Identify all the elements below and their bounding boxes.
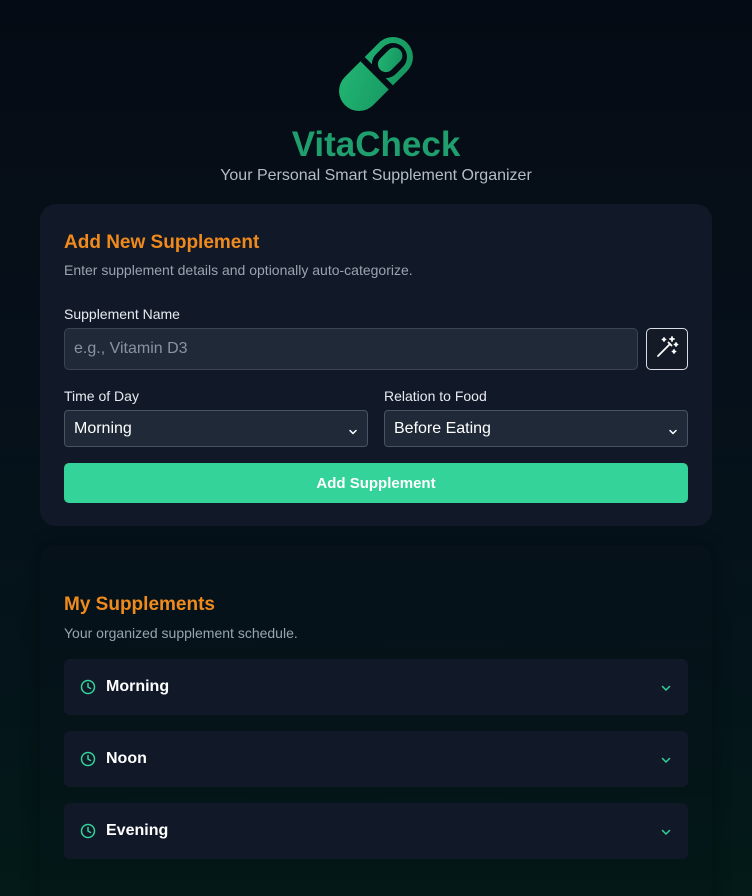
magic-wand-icon: [655, 335, 679, 364]
my-supplements-card: My Supplements Your organized supplement…: [40, 545, 712, 896]
add-supplement-button[interactable]: Add Supplement: [64, 463, 688, 503]
pill-icon: [327, 25, 425, 123]
time-of-day-value: Morning: [74, 419, 132, 437]
relation-to-food-value: Before Eating: [394, 419, 491, 437]
chevron-down-icon: [668, 424, 678, 434]
add-supplement-card: Add New Supplement Enter supplement deta…: [40, 204, 712, 526]
chevron-down-icon: [660, 753, 672, 765]
group-label-morning: Morning: [106, 678, 170, 695]
my-supplements-description: Your organized supplement schedule.: [64, 625, 298, 641]
clock-icon: [80, 751, 96, 767]
group-label-noon: Noon: [106, 750, 147, 767]
app-header: VitaCheck Your Personal Smart Supplement…: [0, 0, 752, 200]
time-of-day-label: Time of Day: [64, 388, 139, 404]
group-noon[interactable]: Noon: [64, 731, 688, 787]
time-of-day-select[interactable]: Morning: [64, 410, 368, 447]
relation-to-food-select[interactable]: Before Eating: [384, 410, 688, 447]
supplement-name-input[interactable]: [64, 328, 638, 370]
add-supplement-title: Add New Supplement: [64, 232, 260, 253]
relation-to-food-label: Relation to Food: [384, 388, 487, 404]
clock-icon: [80, 679, 96, 695]
group-morning[interactable]: Morning: [64, 659, 688, 715]
auto-categorize-button[interactable]: [646, 328, 688, 370]
chevron-down-icon: [348, 424, 358, 434]
add-supplement-description: Enter supplement details and optionally …: [64, 262, 413, 278]
group-evening[interactable]: Evening: [64, 803, 688, 859]
chevron-down-icon: [660, 825, 672, 837]
group-label-evening: Evening: [106, 822, 169, 839]
clock-icon: [80, 823, 96, 839]
supplement-name-label: Supplement Name: [64, 306, 180, 322]
my-supplements-title: My Supplements: [64, 594, 215, 615]
app-subtitle: Your Personal Smart Supplement Organizer: [220, 167, 532, 184]
chevron-down-icon: [660, 681, 672, 693]
app-title: VitaCheck: [291, 125, 461, 164]
